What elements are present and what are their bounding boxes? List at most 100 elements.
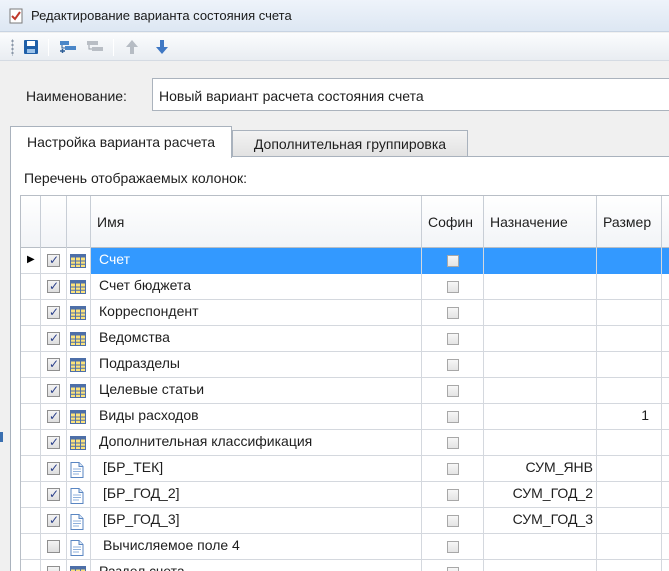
- header-purpose[interactable]: Назначение: [484, 196, 597, 248]
- table-row[interactable]: Вычисляемое поле 4: [21, 534, 669, 560]
- table-row[interactable]: Виды расходов 1: [21, 404, 669, 430]
- row-size[interactable]: [597, 352, 662, 378]
- row-indicator[interactable]: ▶: [21, 248, 41, 274]
- row-size[interactable]: [597, 248, 662, 274]
- row-name[interactable]: Раздел счета: [91, 560, 422, 571]
- table-row[interactable]: Целевые статьи: [21, 378, 669, 404]
- row-name[interactable]: [БР_ГОД_2]: [91, 482, 422, 508]
- row-indicator[interactable]: [21, 274, 41, 300]
- row-visible-checkbox[interactable]: [41, 560, 67, 571]
- row-purpose[interactable]: [484, 300, 597, 326]
- header-size[interactable]: Размер: [597, 196, 662, 248]
- row-name[interactable]: Целевые статьи: [91, 378, 422, 404]
- row-name[interactable]: Дополнительная классификация: [91, 430, 422, 456]
- row-sofin-checkbox[interactable]: [422, 300, 484, 326]
- row-indicator[interactable]: [21, 508, 41, 534]
- row-indicator[interactable]: [21, 300, 41, 326]
- row-name[interactable]: Подразделы: [91, 352, 422, 378]
- splitter-marker[interactable]: [0, 432, 3, 442]
- row-purpose[interactable]: [484, 248, 597, 274]
- remove-group-button[interactable]: [84, 36, 106, 58]
- row-purpose[interactable]: СУМ_ГОД_3: [484, 508, 597, 534]
- row-sofin-checkbox[interactable]: [422, 352, 484, 378]
- table-row[interactable]: ▶ Счет: [21, 248, 669, 274]
- table-row[interactable]: [БР_ГОД_2] СУМ_ГОД_2: [21, 482, 669, 508]
- tab-calculation-settings[interactable]: Настройка варианта расчета: [10, 126, 232, 158]
- row-purpose[interactable]: [484, 274, 597, 300]
- row-indicator[interactable]: [21, 456, 41, 482]
- row-purpose[interactable]: СУМ_ЯНВ: [484, 456, 597, 482]
- row-size[interactable]: [597, 560, 662, 571]
- save-button[interactable]: [20, 36, 42, 58]
- row-visible-checkbox[interactable]: [41, 430, 67, 456]
- table-row[interactable]: Раздел счета: [21, 560, 669, 571]
- toolbar-grip[interactable]: [11, 39, 14, 56]
- row-size[interactable]: 1: [597, 404, 662, 430]
- table-row[interactable]: Ведомства: [21, 326, 669, 352]
- row-name[interactable]: Счет: [91, 248, 422, 274]
- row-purpose[interactable]: [484, 378, 597, 404]
- header-name[interactable]: Имя: [91, 196, 422, 248]
- row-visible-checkbox[interactable]: [41, 274, 67, 300]
- row-size[interactable]: [597, 430, 662, 456]
- row-size[interactable]: [597, 378, 662, 404]
- move-up-button[interactable]: [121, 36, 143, 58]
- row-purpose[interactable]: [484, 534, 597, 560]
- row-size[interactable]: [597, 300, 662, 326]
- row-sofin-checkbox[interactable]: [422, 378, 484, 404]
- row-visible-checkbox[interactable]: [41, 248, 67, 274]
- row-indicator[interactable]: [21, 560, 41, 571]
- tab-additional-grouping[interactable]: Дополнительная группировка: [232, 130, 468, 157]
- row-visible-checkbox[interactable]: [41, 482, 67, 508]
- row-name[interactable]: Счет бюджета: [91, 274, 422, 300]
- row-indicator[interactable]: [21, 378, 41, 404]
- row-visible-checkbox[interactable]: [41, 456, 67, 482]
- row-sofin-checkbox[interactable]: [422, 508, 484, 534]
- row-name[interactable]: [БР_ТЕК]: [91, 456, 422, 482]
- row-purpose[interactable]: [484, 404, 597, 430]
- row-name[interactable]: Виды расходов: [91, 404, 422, 430]
- row-indicator[interactable]: [21, 482, 41, 508]
- table-row[interactable]: [БР_ТЕК] СУМ_ЯНВ: [21, 456, 669, 482]
- row-sofin-checkbox[interactable]: [422, 456, 484, 482]
- row-purpose[interactable]: [484, 430, 597, 456]
- row-sofin-checkbox[interactable]: [422, 560, 484, 571]
- header-sofin[interactable]: Софин: [422, 196, 484, 248]
- name-field[interactable]: Новый вариант расчета состояния счета: [152, 78, 669, 111]
- row-size[interactable]: [597, 508, 662, 534]
- table-row[interactable]: [БР_ГОД_3] СУМ_ГОД_3: [21, 508, 669, 534]
- row-indicator[interactable]: [21, 352, 41, 378]
- row-visible-checkbox[interactable]: [41, 300, 67, 326]
- row-sofin-checkbox[interactable]: [422, 326, 484, 352]
- row-purpose[interactable]: [484, 560, 597, 571]
- row-sofin-checkbox[interactable]: [422, 274, 484, 300]
- row-visible-checkbox[interactable]: [41, 352, 67, 378]
- row-visible-checkbox[interactable]: [41, 534, 67, 560]
- row-size[interactable]: [597, 482, 662, 508]
- row-size[interactable]: [597, 326, 662, 352]
- row-indicator[interactable]: [21, 430, 41, 456]
- row-sofin-checkbox[interactable]: [422, 404, 484, 430]
- table-row[interactable]: Дополнительная классификация: [21, 430, 669, 456]
- row-purpose[interactable]: [484, 352, 597, 378]
- table-row[interactable]: Подразделы: [21, 352, 669, 378]
- row-purpose[interactable]: СУМ_ГОД_2: [484, 482, 597, 508]
- row-indicator[interactable]: [21, 404, 41, 430]
- table-row[interactable]: Счет бюджета: [21, 274, 669, 300]
- header-check-cell[interactable]: [41, 196, 67, 248]
- row-purpose[interactable]: [484, 326, 597, 352]
- row-indicator[interactable]: [21, 534, 41, 560]
- row-sofin-checkbox[interactable]: [422, 248, 484, 274]
- row-name[interactable]: [БР_ГОД_3]: [91, 508, 422, 534]
- row-size[interactable]: [597, 534, 662, 560]
- row-sofin-checkbox[interactable]: [422, 534, 484, 560]
- row-sofin-checkbox[interactable]: [422, 482, 484, 508]
- row-name[interactable]: Вычисляемое поле 4: [91, 534, 422, 560]
- row-indicator[interactable]: [21, 326, 41, 352]
- row-size[interactable]: [597, 274, 662, 300]
- row-name[interactable]: Корреспондент: [91, 300, 422, 326]
- row-size[interactable]: [597, 456, 662, 482]
- row-visible-checkbox[interactable]: [41, 404, 67, 430]
- row-sofin-checkbox[interactable]: [422, 430, 484, 456]
- add-group-button[interactable]: [57, 36, 79, 58]
